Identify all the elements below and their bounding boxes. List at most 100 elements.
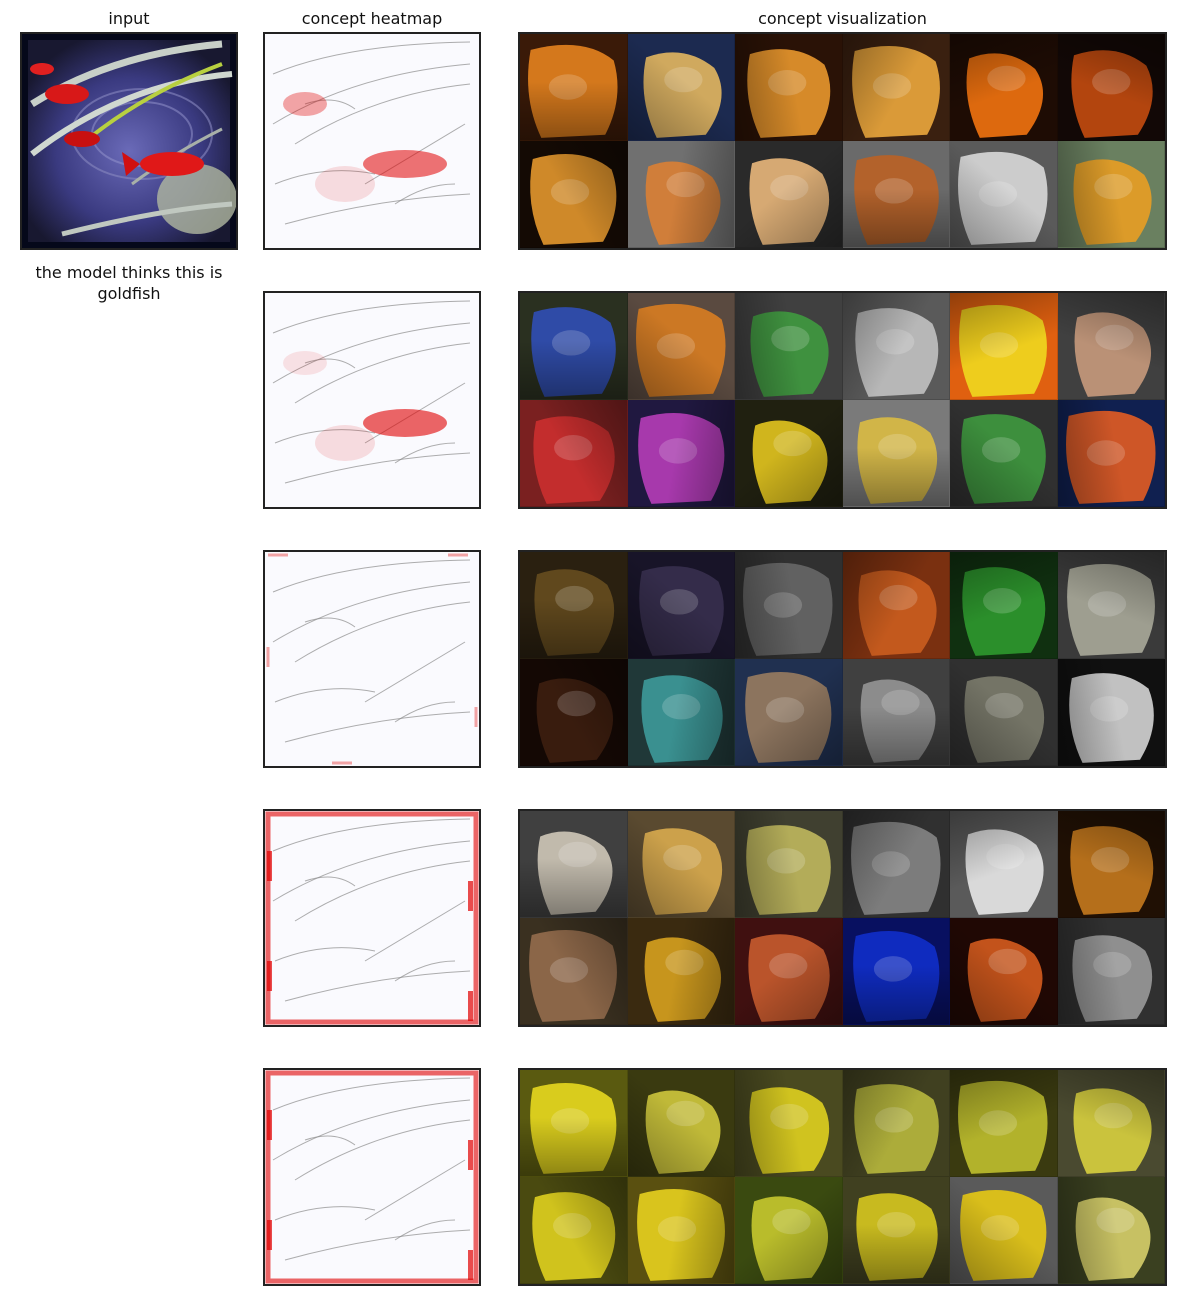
tile-mask-shade	[735, 811, 842, 917]
tile-mask-shade	[842, 293, 949, 399]
concept-tile-white-honeycomb	[520, 811, 628, 918]
concept-tile-bird	[842, 141, 950, 248]
concept-tile-lime-honeycomb	[735, 811, 843, 918]
concept-tile-flame-basket	[520, 34, 628, 141]
concept-tile-white-fabric	[950, 811, 1058, 918]
tile-mask-shade	[735, 918, 842, 1024]
tile-mask-shade	[627, 1177, 734, 1283]
concept-heatmap-4	[263, 809, 481, 1027]
tile-mask-shade	[1057, 552, 1164, 658]
concept-tile-field-landscape	[842, 1070, 950, 1177]
concept-visualization-1	[518, 32, 1167, 250]
concept-tile-yellow-field	[627, 1177, 735, 1284]
concept-tile-blurry-yellow	[1057, 1177, 1165, 1284]
concept-heatmap-5	[263, 1068, 481, 1286]
concept-tile-fireplace-glow	[950, 34, 1058, 141]
concept-tile-blue-field	[842, 918, 950, 1025]
concept-visualization-5	[518, 1068, 1167, 1286]
concept-tile-flame-tongue	[520, 141, 628, 248]
concept-tile-flame-grate	[842, 34, 950, 141]
concept-tile-tree-branches	[1057, 552, 1165, 659]
concept-tile-window-light	[1057, 659, 1165, 766]
concept-tile-rapeseed-sky	[1057, 1070, 1165, 1177]
heatmap-overlay	[265, 811, 479, 1025]
concept-tile-flame-closeup	[735, 34, 843, 141]
tile-mask-shade	[950, 293, 1057, 399]
concept-visualization-header: concept visualization	[758, 9, 927, 28]
concept-tile-flower-stamens	[950, 293, 1058, 400]
tile-mask-shade	[520, 659, 627, 765]
concept-tile-metal-mesh	[842, 811, 950, 918]
concept-heatmap-header: concept heatmap	[301, 9, 443, 28]
concept-tile-gold-comb	[627, 918, 735, 1025]
tile-mask-shade	[520, 293, 627, 399]
tile-mask-shade	[950, 400, 1057, 506]
concept-tile-stove-window	[735, 141, 843, 248]
concept-tile-goldfish	[1057, 141, 1165, 248]
tile-mask-shade	[735, 34, 842, 140]
concept-tile-rapeseed-plants	[950, 1070, 1058, 1177]
tile-mask-shade	[1057, 293, 1164, 399]
tile-mask-shade	[520, 552, 627, 658]
concept-tile-lorikeet	[950, 400, 1058, 507]
concept-tile-clownfish	[1057, 400, 1165, 507]
heatmap-overlay	[265, 1070, 479, 1284]
tile-mask-shade	[627, 659, 734, 765]
concept-tile-snorkel-face	[1057, 293, 1165, 400]
tile-mask-shade	[950, 1070, 1057, 1176]
prediction-caption: the model thinks this is goldfish	[35, 263, 223, 303]
concept-tile-red-comb	[735, 918, 843, 1025]
concept-tile-parrot	[735, 293, 843, 400]
tile-mask-shade	[1057, 811, 1164, 917]
tile-mask-shade	[950, 659, 1057, 765]
tile-mask-shade	[950, 141, 1057, 247]
concept-tile-gray-fabric	[735, 552, 843, 659]
tile-mask-shade	[520, 918, 627, 1024]
tile-mask-shade	[1057, 400, 1164, 506]
heatmap-overlay	[272, 41, 471, 225]
tile-mask-shade	[950, 552, 1057, 658]
tile-mask-shade	[842, 141, 949, 247]
tile-mask-shade	[950, 1177, 1057, 1283]
tile-mask-shade	[520, 1177, 627, 1283]
concept-tile-earth-map	[735, 659, 843, 766]
concept-tile-rapeseed-close	[627, 1070, 735, 1177]
concept-visualization-4	[518, 809, 1167, 1027]
tile-mask-shade	[1057, 1177, 1164, 1283]
concept-tile-teal-noise	[627, 659, 735, 766]
concept-tile-fireplace-blue	[627, 34, 735, 141]
concept-tile-night-sky	[627, 552, 735, 659]
tile-mask-shade	[842, 400, 949, 506]
tile-mask-shade	[735, 659, 842, 765]
concept-tile-field-tree	[520, 1177, 628, 1284]
tile-mask-shade	[842, 552, 949, 658]
tile-mask-shade	[735, 141, 842, 247]
tile-mask-shade	[627, 141, 734, 247]
tile-mask-shade	[842, 1070, 949, 1176]
tile-mask-shade	[520, 400, 627, 506]
tile-mask-shade	[520, 34, 627, 140]
tile-mask-shade	[735, 1177, 842, 1283]
tile-mask-shade	[842, 34, 949, 140]
concept-tile-rock	[842, 293, 950, 400]
concept-tile-snake	[627, 293, 735, 400]
concept-tile-field-sky	[950, 1177, 1058, 1284]
tile-mask-shade	[627, 1070, 734, 1176]
concept-tile-orange-scales	[842, 552, 950, 659]
tile-mask-shade	[842, 1177, 949, 1283]
heatmap-overlay	[272, 300, 471, 484]
concept-tile-green-glow	[950, 552, 1058, 659]
tile-mask-shade	[627, 552, 734, 658]
concept-tile-bee-comb	[1057, 811, 1165, 918]
concept-tile-pellet-stove	[950, 141, 1058, 248]
tile-mask-shade	[627, 918, 734, 1024]
concept-tile-gray-noise	[842, 659, 950, 766]
tile-mask-shade	[950, 34, 1057, 140]
concept-tile-rope	[520, 400, 628, 507]
heatmap-overlay	[266, 553, 478, 765]
concept-tile-rapeseed-field	[520, 1070, 628, 1177]
input-goldfish-image	[28, 40, 236, 242]
tile-mask-shade	[735, 1070, 842, 1176]
concept-tile-dark-texture	[520, 552, 628, 659]
tile-mask-shade	[842, 918, 949, 1024]
